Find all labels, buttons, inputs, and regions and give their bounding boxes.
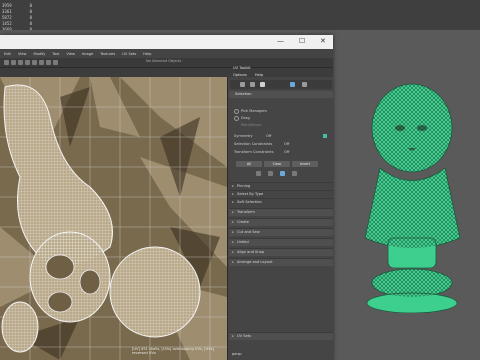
menu-item[interactable]: View — [18, 52, 27, 56]
selected-objects-field[interactable]: No Selected Objects — [146, 59, 181, 63]
edge-mode-icon[interactable] — [250, 82, 255, 87]
uv-toolkit-toolbar — [230, 80, 332, 89]
menu-item[interactable]: Help — [143, 52, 151, 56]
menu-item[interactable]: Image — [82, 52, 93, 56]
display-icon[interactable] — [53, 60, 58, 65]
section-selection[interactable]: Selection — [229, 91, 333, 98]
symmetry-label: Symmetry — [234, 134, 253, 138]
stat-row: 1452 0 — [2, 21, 33, 26]
section-arrange-and-layout[interactable]: ▸ Arrange and Layout — [229, 258, 333, 266]
section-pinning[interactable]: ▸ Pinning — [229, 182, 333, 190]
section-unfold[interactable]: ▸ Unfold — [229, 238, 333, 246]
section-select-by-type[interactable]: ▸ Select By Type — [229, 190, 333, 198]
select-overlap-icon[interactable] — [280, 171, 285, 176]
stat-row: 5872 0 — [2, 15, 33, 20]
selection-constraints-label: Selection Constraints — [234, 142, 273, 146]
maximize-button[interactable]: ☐ — [299, 37, 305, 46]
taskbar-label: persp — [232, 352, 242, 356]
scale-icon[interactable] — [25, 60, 30, 65]
invert-button[interactable]: Invert — [292, 161, 318, 167]
uv-status-line: [UV] 451 shells, [UVs] overlapping UVs, … — [132, 347, 214, 355]
uv-toolkit-menu: Options Help — [233, 72, 337, 79]
drag-label: Drag — [241, 116, 250, 120]
section-soft-selection[interactable]: ▸ Soft Selection — [229, 198, 333, 206]
menu-item[interactable]: View — [66, 52, 75, 56]
uv-texture-background — [0, 77, 227, 360]
grid-icon[interactable] — [4, 60, 9, 65]
select-all-button[interactable]: All — [236, 161, 262, 167]
vertex-mode-icon[interactable] — [240, 82, 245, 87]
stat-row: 3361 0 — [2, 9, 33, 14]
checker-icon[interactable] — [39, 60, 44, 65]
uv-editor-menubar: Edit View Modify Tool View Image Texture… — [0, 49, 333, 58]
rotate-icon[interactable] — [18, 60, 23, 65]
pick-managers-radio[interactable] — [234, 109, 239, 114]
menu-item[interactable]: Modify — [34, 52, 46, 56]
transform-constraints-value[interactable]: Off — [284, 150, 289, 154]
menu-item[interactable]: Edit — [4, 52, 11, 56]
symmetry-value[interactable]: Off — [266, 134, 271, 138]
uv-canvas[interactable]: [UV] 451 shells, [UVs] overlapping UVs, … — [0, 77, 227, 360]
paint-brush-label: Paint/Brush — [241, 123, 262, 127]
face-mode-icon[interactable] — [260, 82, 265, 87]
uv-mode-icon[interactable] — [290, 82, 295, 87]
uv-toolkit-panel: UV Toolkit Options Help Selection Pick M… — [227, 66, 334, 360]
shell-mode-icon[interactable] — [302, 82, 307, 87]
section-create[interactable]: ▸ Create — [229, 218, 333, 226]
menu-item[interactable]: Help — [255, 72, 263, 79]
section-transform[interactable]: ▸ Transform — [229, 208, 333, 216]
menu-item[interactable]: UV Sets — [122, 52, 136, 56]
section-align-and-snap[interactable]: ▸ Align and Snap — [229, 248, 333, 256]
close-button[interactable]: ✕ — [320, 37, 326, 46]
uv-editor-titlebar[interactable]: — ☐ ✕ — [0, 35, 333, 49]
select-border-icon[interactable] — [268, 171, 273, 176]
drag-radio[interactable] — [234, 116, 239, 121]
clear-button[interactable]: Clear — [264, 161, 290, 167]
menu-item[interactable]: Textures — [100, 52, 115, 56]
section-cut-and-sew[interactable]: ▸ Cut and Sew — [229, 228, 333, 236]
selection-constraints-value[interactable]: Off — [284, 142, 289, 146]
stat-row: 3959 0 — [2, 3, 33, 8]
select-shell-icon[interactable] — [256, 171, 261, 176]
move-icon[interactable] — [11, 60, 16, 65]
uv-toolkit-title: UV Toolkit — [233, 66, 251, 70]
shading-icon[interactable] — [46, 60, 51, 65]
transform-constraints-label: Transform Constraints — [234, 150, 274, 154]
symmetry-checkbox[interactable] — [323, 134, 327, 138]
pick-managers-label: Pick Managers — [241, 109, 267, 113]
bust-mesh[interactable] — [350, 58, 475, 313]
section-uv-sets[interactable]: ▸ UV Sets — [229, 332, 333, 340]
menu-item[interactable]: Tool — [52, 52, 59, 56]
snap-icon[interactable] — [32, 60, 37, 65]
minimize-button[interactable]: — — [277, 37, 284, 46]
select-backfacing-icon[interactable] — [292, 171, 297, 176]
menu-item[interactable]: Options — [233, 72, 247, 79]
